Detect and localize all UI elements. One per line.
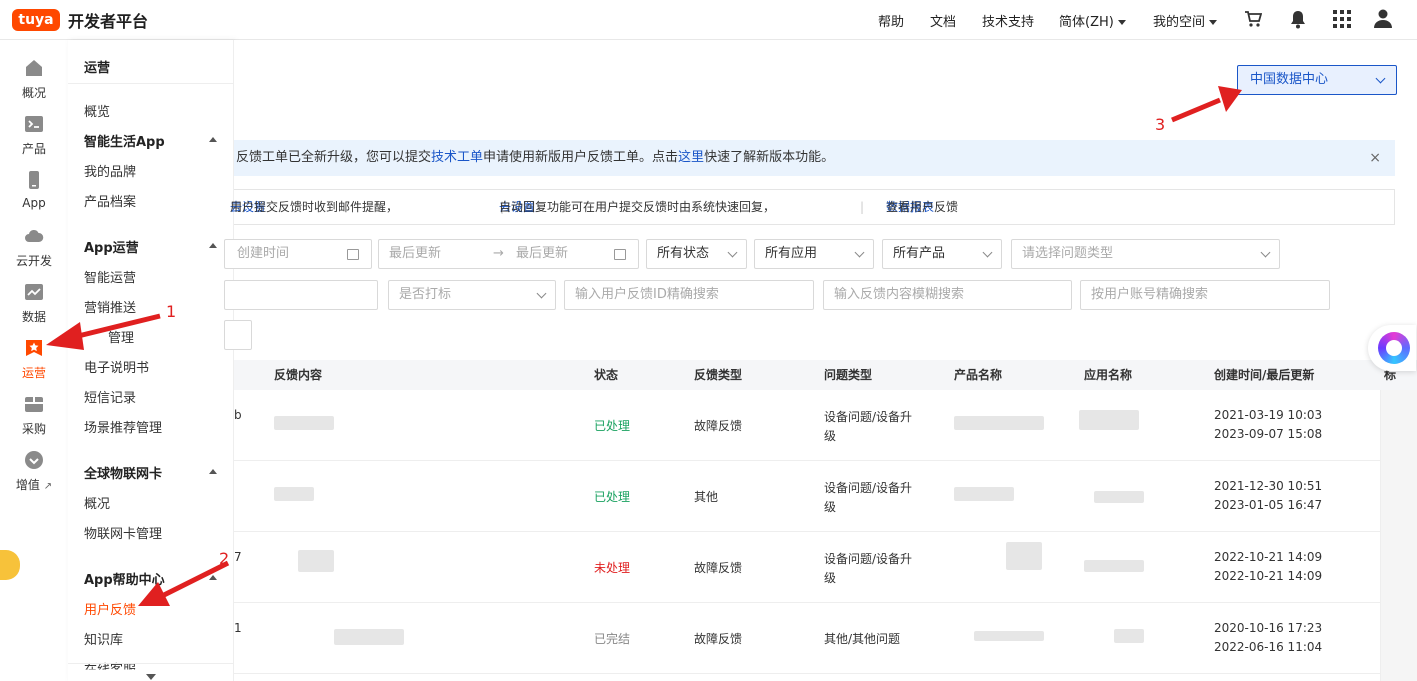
annotation-arrow-3 — [1171, 86, 1242, 123]
